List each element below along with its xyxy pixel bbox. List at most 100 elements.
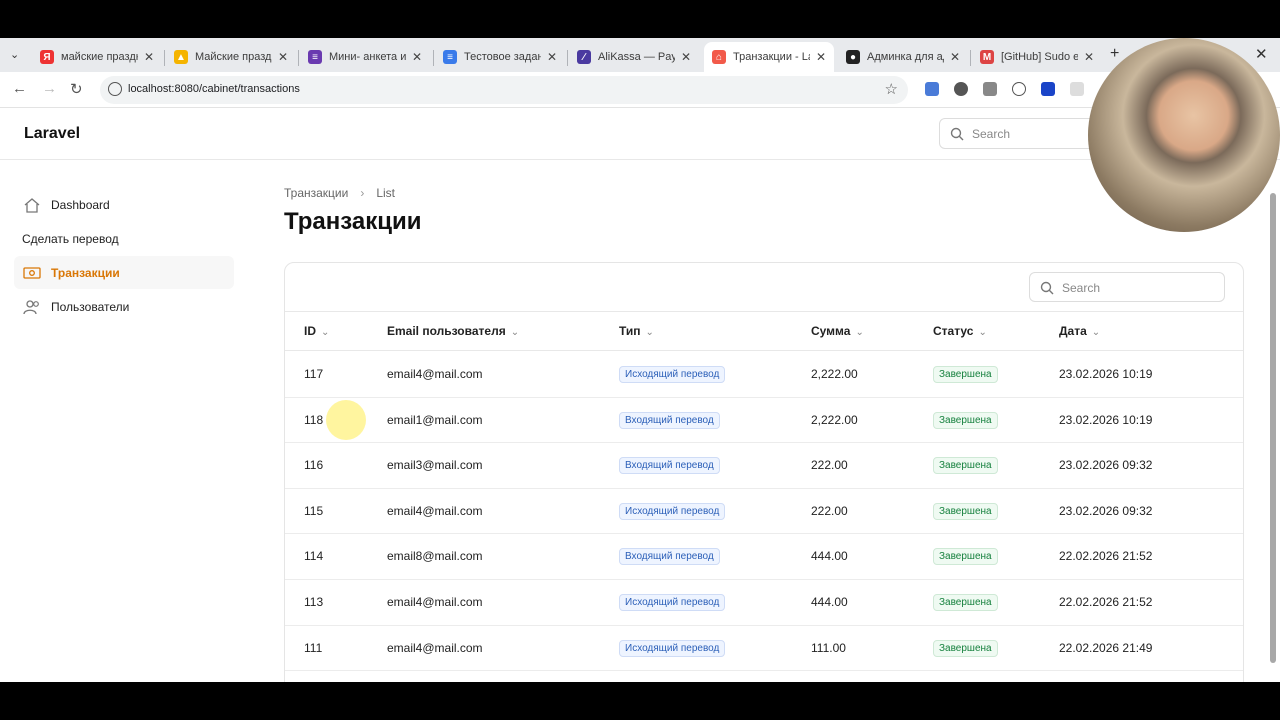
- new-tab-icon[interactable]: +: [1110, 45, 1119, 63]
- tab-close-icon[interactable]: ✕: [810, 50, 826, 64]
- column-header-label: Статус: [933, 324, 974, 338]
- tab-close-icon[interactable]: ✕: [541, 50, 557, 64]
- column-header-status[interactable]: Статус ⌄: [933, 324, 987, 338]
- browser-tab[interactable]: ≡ Тестовое задание✕: [435, 42, 565, 72]
- cell-date: 22.02.2026 21:49: [1059, 640, 1153, 655]
- extension-icon[interactable]: [1041, 82, 1055, 96]
- status-badge: Завершена: [933, 548, 998, 566]
- column-header-amount[interactable]: Сумма ⌄: [811, 324, 864, 338]
- extension-icon[interactable]: [1070, 82, 1084, 96]
- tab-strip: ⌄ Ямайские праздни✕▲Майские праздни✕≡Мин…: [0, 38, 1280, 72]
- extension-icon[interactable]: [1012, 82, 1026, 96]
- status-badge: Завершена: [933, 639, 998, 657]
- column-header-date[interactable]: Дата ⌄: [1059, 324, 1100, 338]
- forward-icon[interactable]: →: [42, 80, 57, 97]
- sidebar-item-dashboard[interactable]: Dashboard: [14, 188, 234, 221]
- url-text: localhost:8080/cabinet/transactions: [128, 83, 300, 95]
- browser-tab[interactable]: M [GitHub] Sudo em✕: [972, 42, 1102, 72]
- sidebar-item-users[interactable]: Пользователи: [14, 290, 234, 323]
- browser-tab[interactable]: ∕ AliKassa — Payme✕: [569, 42, 699, 72]
- translate-extension-icon[interactable]: [925, 82, 939, 96]
- column-header-label: Email пользователя: [387, 324, 506, 338]
- browser-tab[interactable]: ⌂ Транзакции - Lar ✕: [704, 42, 834, 72]
- cell-id: 115: [304, 503, 324, 518]
- tab-close-icon[interactable]: ✕: [944, 50, 960, 64]
- camera-extension-icon[interactable]: [983, 82, 997, 96]
- tab-close-icon[interactable]: ✕: [406, 50, 422, 64]
- page-scrollbar[interactable]: [1270, 193, 1276, 663]
- chevron-down-icon: ⌄: [510, 327, 520, 338]
- cell-amount: 222.00: [811, 503, 848, 518]
- cell-amount: 444.00: [811, 549, 848, 564]
- table-row[interactable]: 117 email4@mail.com Исходящий перевод 2,222…: [285, 352, 1243, 398]
- browser-tab[interactable]: ▲ Майские праздни✕: [166, 42, 296, 72]
- cell-email: email8@mail.com: [387, 549, 483, 564]
- browser-toolbar: ← → ↻ localhost:8080/cabinet/transaction…: [0, 72, 1280, 108]
- bookmark-star-icon[interactable]: ☆: [885, 80, 898, 98]
- cell-date: 23.02.2026 10:19: [1059, 412, 1153, 427]
- status-badge: Завершена: [933, 457, 998, 475]
- table-header: ID ⌄ Email пользователя ⌄ Тип ⌄ Сумма ⌄ Стат…: [285, 311, 1243, 351]
- window-close-icon[interactable]: ✕: [1255, 45, 1268, 63]
- tab-close-icon[interactable]: ✕: [675, 50, 691, 64]
- table-search-input[interactable]: Search: [1029, 272, 1225, 302]
- chevron-down-icon: ⌄: [1091, 327, 1101, 338]
- column-header-label: Дата: [1059, 324, 1087, 338]
- cell-id: 117: [304, 367, 324, 381]
- chevron-down-icon: ⌄: [321, 327, 330, 338]
- sidebar-item-label: Dashboard: [51, 197, 110, 212]
- sidebar-item-transactions[interactable]: Транзакции: [14, 256, 234, 289]
- tab-title: Транзакции - Lar: [733, 51, 810, 63]
- back-icon[interactable]: ←: [12, 80, 27, 97]
- cell-email: email4@mail.com: [387, 503, 483, 518]
- chevron-right-icon: ›: [360, 186, 365, 200]
- status-badge: Завершена: [933, 594, 998, 611]
- users-icon: [22, 298, 42, 316]
- column-header-id[interactable]: ID ⌄: [304, 324, 329, 338]
- column-header-type[interactable]: Тип ⌄: [619, 324, 654, 338]
- search-icon: [1040, 281, 1054, 295]
- breadcrumb: Транзакции › List: [284, 186, 395, 200]
- browser-tab[interactable]: Ямайские праздни✕: [32, 42, 162, 72]
- global-search-input[interactable]: Search: [939, 118, 1099, 149]
- status-badge: Завершена: [933, 411, 998, 429]
- cell-amount: 444.00: [811, 595, 848, 609]
- table-row[interactable]: 114 email8@mail.com Входящий перевод 444.00…: [285, 534, 1243, 580]
- tab-close-icon[interactable]: ✕: [272, 50, 288, 64]
- cell-id: 111: [304, 640, 323, 655]
- column-header-email[interactable]: Email пользователя ⌄: [387, 324, 519, 338]
- cell-email: email4@mail.com: [387, 640, 483, 655]
- cell-id: 116: [304, 458, 324, 473]
- sidebar-item-label: Транзакции: [51, 265, 120, 280]
- cell-date: 23.02.2026 10:19: [1059, 367, 1153, 381]
- tab-close-icon[interactable]: ✕: [1078, 50, 1094, 64]
- brand-logo[interactable]: Laravel: [24, 125, 80, 143]
- table-row[interactable]: 118 email1@mail.com Входящий перевод 2,222.…: [285, 398, 1243, 444]
- breadcrumb-item-transactions[interactable]: Транзакции: [284, 186, 348, 200]
- table-row[interactable]: 111 email4@mail.com Исходящий перевод 111.0…: [285, 626, 1243, 672]
- site-info-icon[interactable]: [108, 82, 122, 96]
- sidebar-item-transfer[interactable]: Сделать перевод: [14, 222, 234, 255]
- table-row[interactable]: 115 email4@mail.com Исходящий перевод 222.0…: [285, 489, 1243, 535]
- reload-icon[interactable]: ↻: [70, 80, 83, 98]
- tab-search-icon[interactable]: ⌄: [10, 48, 19, 61]
- tab-favicon-icon: ⌂: [712, 50, 726, 64]
- browser-tab[interactable]: ● Админка для адм✕: [838, 42, 968, 72]
- browser-tab[interactable]: ≡ Мини- анкета и и✕: [300, 42, 430, 72]
- address-bar[interactable]: localhost:8080/cabinet/transactions ☆: [100, 76, 908, 104]
- table-row[interactable]: 116 email3@mail.com Входящий перевод 222.00…: [285, 443, 1243, 489]
- chevron-down-icon: ⌄: [855, 327, 864, 338]
- cell-amount: 111.00: [811, 640, 846, 655]
- tab-close-icon[interactable]: ✕: [138, 50, 154, 64]
- sidebar-item-label: Пользователи: [51, 299, 130, 314]
- tab-favicon-icon: ●: [846, 50, 860, 64]
- bug-extension-icon[interactable]: [954, 82, 968, 96]
- table-row[interactable]: 113 email4@mail.com Исходящий перевод 444.0…: [285, 580, 1243, 626]
- home-icon: [22, 196, 42, 214]
- search-placeholder: Search: [1062, 281, 1101, 295]
- cell-amount: 2,222.00: [811, 367, 858, 381]
- tab-separator: [164, 50, 165, 66]
- tab-favicon-icon: ∕: [577, 50, 591, 64]
- chevron-down-icon: ⌄: [645, 327, 654, 338]
- sidebar-item-label: Сделать перевод: [22, 231, 119, 246]
